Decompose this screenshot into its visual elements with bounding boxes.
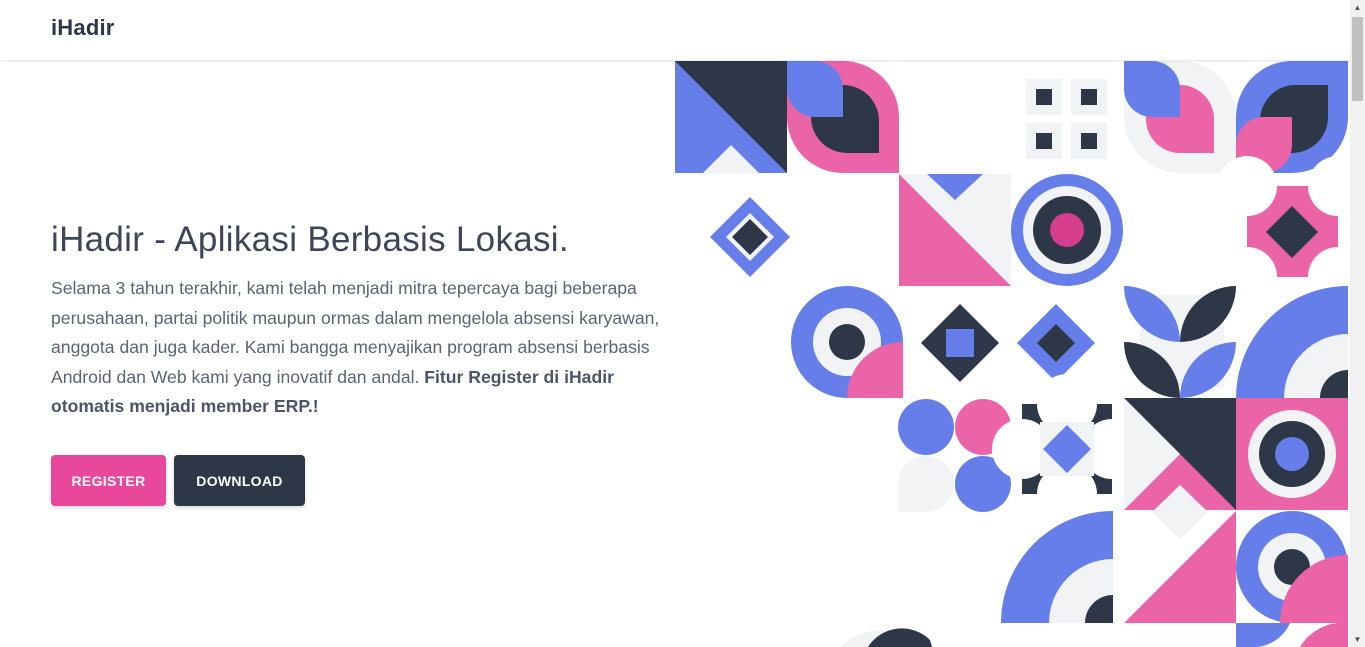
pattern-tile	[1236, 511, 1348, 623]
scroll-up-icon[interactable]: ▲	[1350, 0, 1365, 15]
pattern-illustration	[675, 61, 1350, 647]
pattern-tile	[1124, 61, 1236, 173]
pattern-tile	[899, 174, 1011, 286]
pattern-tile	[1236, 61, 1348, 173]
hero-description: Selama 3 tahun terakhir, kami telah menj…	[51, 274, 661, 422]
scroll-down-icon[interactable]: ▼	[1350, 632, 1365, 647]
scrollbar-thumb[interactable]	[1352, 17, 1363, 101]
download-button[interactable]: DOWNLOAD	[174, 455, 305, 506]
hero-section: iHadir - Aplikasi Berbasis Lokasi. Selam…	[51, 218, 661, 422]
decorative-geometric-pattern	[675, 61, 1350, 647]
vertical-scrollbar[interactable]: ▲ ▼	[1350, 0, 1365, 647]
pattern-tile	[791, 286, 903, 398]
pattern-tile	[1236, 398, 1348, 510]
hero-title: iHadir - Aplikasi Berbasis Lokasi.	[51, 220, 569, 259]
brand-logo[interactable]: iHadir	[51, 15, 115, 41]
register-button[interactable]: REGISTER	[51, 455, 166, 506]
navbar: iHadir	[0, 0, 1350, 60]
pattern-tile	[675, 61, 787, 173]
pattern-tile	[1011, 174, 1123, 286]
pattern-tile	[1124, 286, 1236, 398]
pattern-tile	[787, 61, 899, 173]
